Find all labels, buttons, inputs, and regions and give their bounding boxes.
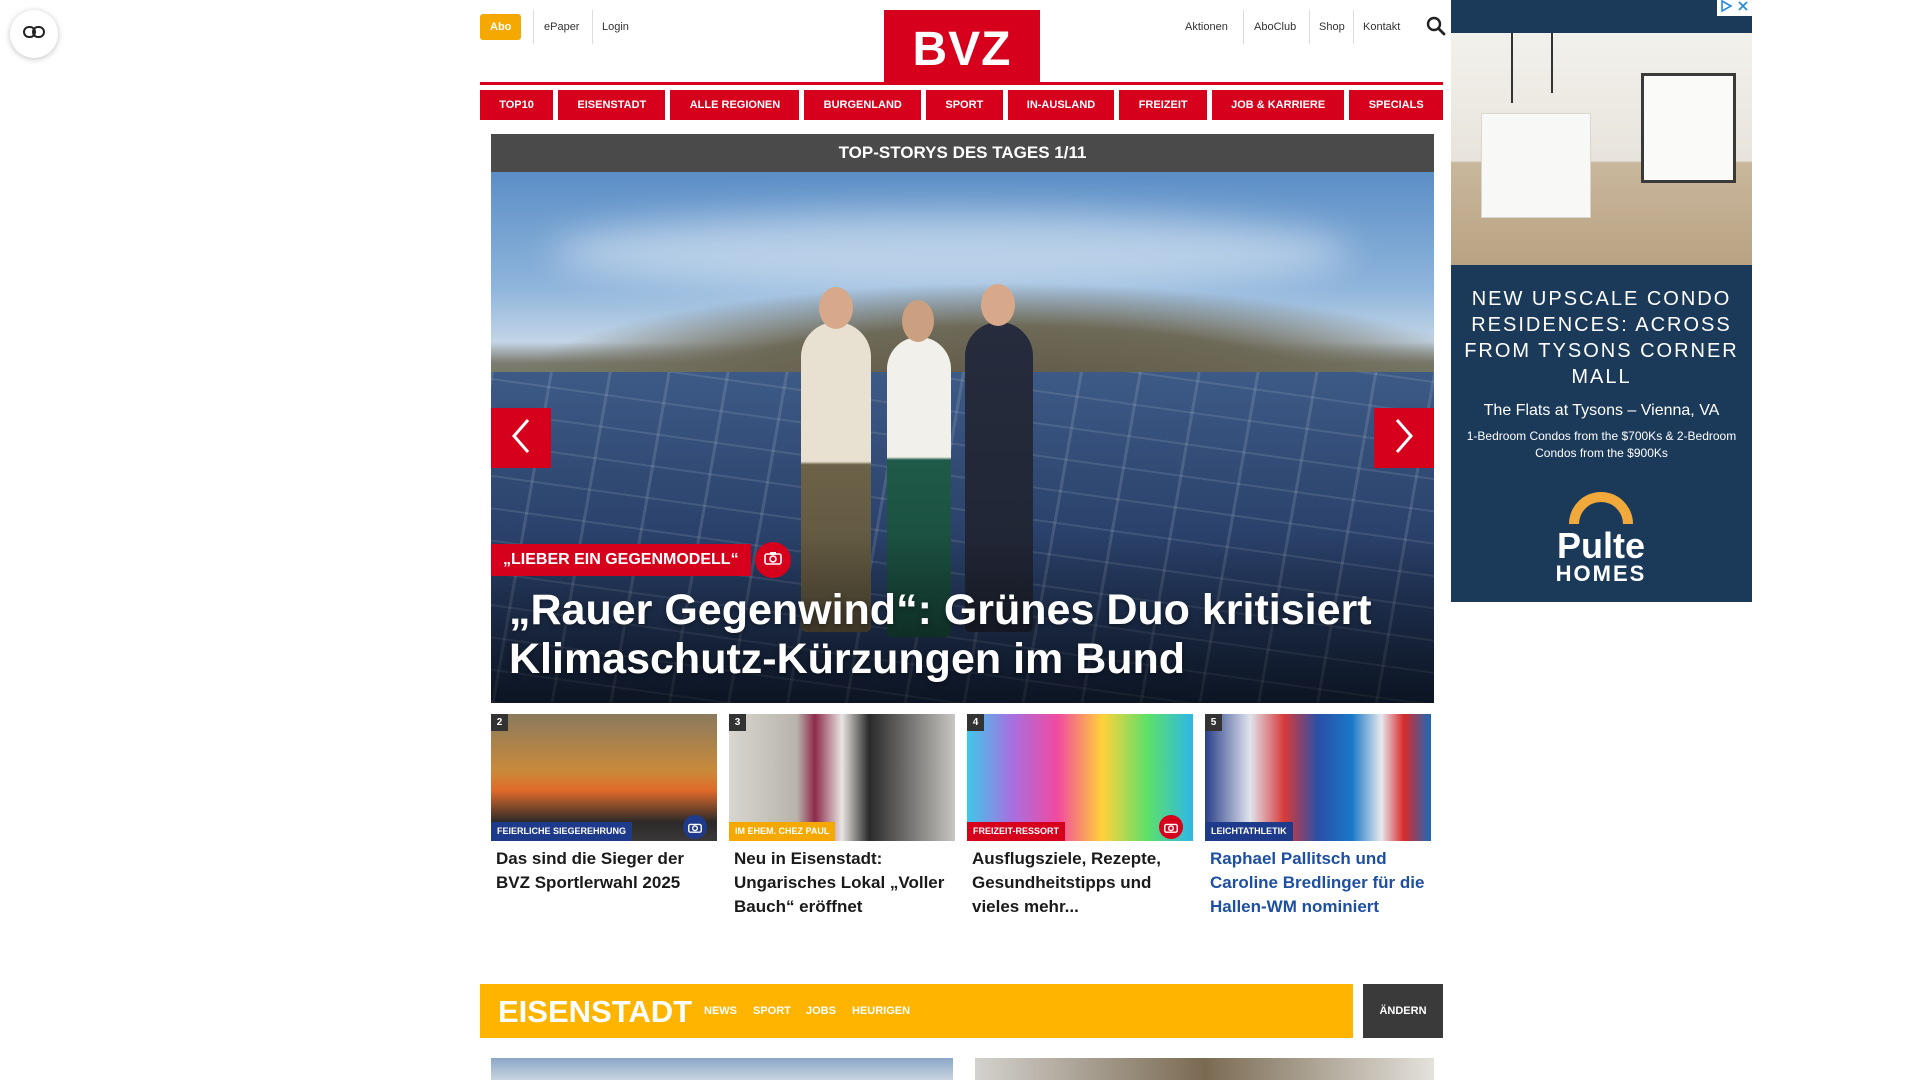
reader-mode-icon <box>23 25 45 43</box>
story-title[interactable]: Das sind die Sieger der BVZ Sportlerwahl… <box>491 847 717 895</box>
camera-icon <box>764 551 782 570</box>
change-region-button[interactable]: ÄNDERN <box>1363 984 1443 1038</box>
nav-item-alle-regionen[interactable]: ALLE REGIONEN <box>670 90 800 120</box>
story-tag: IM EHEM. CHEZ PAUL <box>729 822 836 841</box>
story-thumbnail: 3 IM EHEM. CHEZ PAUL <box>729 714 955 841</box>
nav-item-eisenstadt[interactable]: EISENSTADT <box>558 90 666 120</box>
region-story-thumbnail[interactable] <box>975 1058 1434 1080</box>
hero-headline[interactable]: „Rauer Gegenwind“: Grünes Duo kritisiert… <box>509 586 1419 684</box>
bvz-logo[interactable]: BVZ <box>884 10 1040 84</box>
next-story-button[interactable] <box>1374 408 1434 468</box>
search-icon[interactable] <box>1426 16 1446 41</box>
divider <box>1353 10 1354 44</box>
aboclub-link[interactable]: AboClub <box>1254 14 1296 40</box>
story-card[interactable]: 2 FEIERLICHE SIEGEREHRUNG Das sind die S… <box>491 714 717 895</box>
main-nav: TOP10 EISENSTADT ALLE REGIONEN BURGENLAN… <box>480 90 1443 120</box>
divider <box>1243 10 1244 44</box>
region-title[interactable]: EISENSTADT <box>498 984 692 1040</box>
divider <box>533 10 534 44</box>
epaper-link[interactable]: ePaper <box>544 14 579 40</box>
ad-headline: NEW UPSCALE CONDO RESIDENCES: ACROSS FRO… <box>1464 288 1739 388</box>
ad-brand-name: Pulte <box>1556 525 1645 566</box>
story-title[interactable]: Raphael Pallitsch und Caroline Bredlinge… <box>1205 847 1431 919</box>
kontakt-link[interactable]: Kontakt <box>1363 14 1400 40</box>
reader-mode-button[interactable] <box>10 10 58 58</box>
aktionen-link[interactable]: Aktionen <box>1185 14 1228 40</box>
story-card[interactable]: 4 FREIZEIT-RESSORT Ausflugsziele, Rezept… <box>967 714 1193 919</box>
chevron-left-icon <box>510 418 532 459</box>
story-thumbnail: 2 FEIERLICHE SIEGEREHRUNG <box>491 714 717 841</box>
hero-kicker[interactable]: „LIEBER EIN GEGENMODELL“ <box>491 544 751 576</box>
nav-item-freizeit[interactable]: FREIZEIT <box>1119 90 1207 120</box>
divider <box>1309 10 1310 44</box>
nav-item-burgenland[interactable]: BURGENLAND <box>804 90 922 120</box>
story-tag: LEICHTATHLETIK <box>1205 822 1293 841</box>
region-link-heurigen[interactable]: HEURIGEN <box>852 984 910 1038</box>
camera-icon <box>683 815 707 839</box>
story-rank: 3 <box>729 714 746 731</box>
ad-close-icon[interactable] <box>1736 0 1750 18</box>
nav-item-job-karriere[interactable]: JOB & KARRIERE <box>1211 90 1345 120</box>
story-title[interactable]: Neu in Eisenstadt: Ungarisches Lokal „Vo… <box>729 847 955 919</box>
story-thumbnail: 5 LEICHTATHLETIK <box>1205 714 1431 841</box>
login-link[interactable]: Login <box>602 14 629 40</box>
ad-pricing: 1-Bedroom Condos from the $700Ks & 2-Bed… <box>1466 429 1737 460</box>
ad-brand-sub: HOMES <box>1555 561 1647 586</box>
ad-brand-logo: Pulte HOMES <box>1541 490 1661 585</box>
story-title[interactable]: Ausflugsziele, Rezepte, Gesundheitstipps… <box>967 847 1193 919</box>
story-tag: FREIZEIT-RESSORT <box>967 822 1066 841</box>
ad-info-icon[interactable] <box>1719 0 1733 18</box>
story-card[interactable]: 3 IM EHEM. CHEZ PAUL Neu in Eisenstadt: … <box>729 714 955 919</box>
header-rule <box>480 82 1443 85</box>
nav-item-sport[interactable]: SPORT <box>926 90 1003 120</box>
shop-link[interactable]: Shop <box>1319 14 1345 40</box>
region-link-jobs[interactable]: JOBS <box>806 984 836 1038</box>
nav-item-in-ausland[interactable]: IN-AUSLAND <box>1007 90 1115 120</box>
ad-subheadline: The Flats at Tysons – Vienna, VA <box>1483 402 1720 419</box>
region-bar: EISENSTADT NEWS SPORT JOBS HEURIGEN <box>480 984 1353 1038</box>
top-stories-heading: TOP-STORYS DES TAGES 1/11 <box>491 134 1434 172</box>
nav-item-specials[interactable]: SPECIALS <box>1349 90 1443 120</box>
ad-controls <box>1717 0 1752 16</box>
story-rank: 4 <box>967 714 984 731</box>
story-rank: 5 <box>1205 714 1222 731</box>
divider <box>592 10 593 44</box>
abo-button[interactable]: Abo <box>480 14 522 40</box>
region-link-sport[interactable]: SPORT <box>753 984 791 1038</box>
ad-image <box>1451 33 1752 265</box>
chevron-right-icon <box>1393 418 1415 459</box>
region-story-thumbnail[interactable] <box>491 1058 953 1080</box>
nav-item-top10[interactable]: TOP10 <box>480 90 554 120</box>
story-thumbnail: 4 FREIZEIT-RESSORT <box>967 714 1193 841</box>
prev-story-button[interactable] <box>491 408 551 468</box>
advertisement[interactable]: NEW UPSCALE CONDO RESIDENCES: ACROSS FRO… <box>1451 0 1752 602</box>
story-rank: 2 <box>491 714 508 731</box>
hero-story[interactable]: „LIEBER EIN GEGENMODELL“ „Rauer Gegenwin… <box>491 172 1434 703</box>
story-card[interactable]: 5 LEICHTATHLETIK Raphael Pallitsch und C… <box>1205 714 1431 919</box>
region-link-news[interactable]: NEWS <box>704 984 737 1038</box>
story-tag: FEIERLICHE SIEGEREHRUNG <box>491 822 633 841</box>
site-header: Abo ePaper Login BVZ Aktionen AboClub Sh… <box>480 0 1446 86</box>
camera-icon <box>1159 815 1183 839</box>
hero-camera-badge <box>755 542 791 578</box>
